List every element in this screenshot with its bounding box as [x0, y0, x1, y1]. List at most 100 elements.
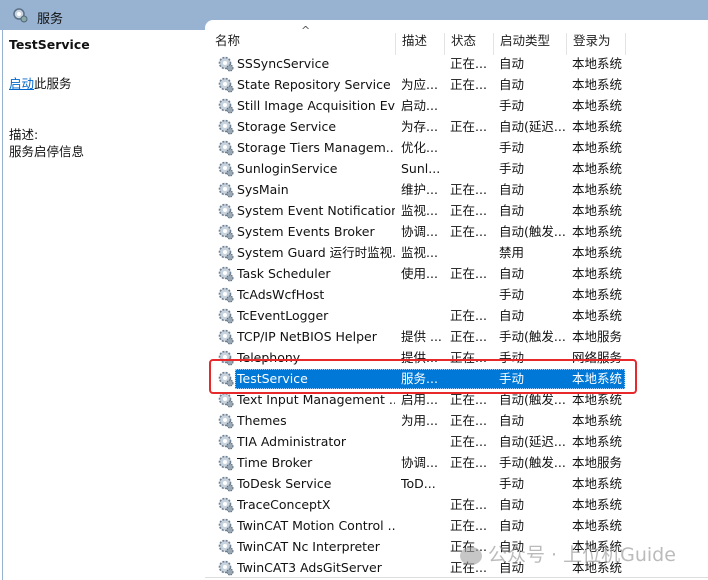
- service-row[interactable]: System Event Notification... 监视... 正在... 自动…: [205, 200, 708, 221]
- service-row[interactable]: System Events Broker 协调... 正在... 自动(触发... 本地…: [205, 221, 708, 242]
- column-header-log-on-as[interactable]: 登录为: [566, 33, 626, 55]
- cell-name: TwinCAT3 AdsGitServer: [237, 560, 382, 575]
- service-gear-icon: [218, 560, 234, 576]
- service-gear-icon: [218, 392, 234, 408]
- service-row[interactable]: Themes 为用... 正在... 自动 本地系统: [205, 410, 708, 431]
- service-row[interactable]: TwinCAT Motion Control ... 正在... 自动 本地系统: [205, 515, 708, 536]
- cell-logon: 本地服务: [572, 455, 623, 470]
- service-gear-icon: [218, 182, 234, 198]
- cell-logon: 本地系统: [572, 476, 623, 491]
- service-row[interactable]: TCP/IP NetBIOS Helper 提供 ... 正在... 手动(触发...…: [205, 326, 708, 347]
- watermark-text: 公众号 · 上位机Guide: [488, 544, 676, 566]
- cell-name: TCP/IP NetBIOS Helper: [237, 329, 377, 344]
- service-row[interactable]: SSSyncService 正在... 自动 本地系统: [205, 53, 708, 74]
- service-row[interactable]: Still Image Acquisition Ev... 启动... 手动 本地系统: [205, 95, 708, 116]
- cell-startup: 手动: [499, 140, 525, 155]
- cell-name: TraceConceptX: [237, 497, 331, 512]
- service-gear-icon: [218, 434, 234, 450]
- cell-logon: 本地系统: [572, 497, 623, 512]
- service-gear-icon: [218, 476, 234, 492]
- cell-name: TwinCAT Motion Control ...: [237, 518, 395, 533]
- cell-name: Still Image Acquisition Ev...: [237, 98, 395, 113]
- services-gear-icon: [13, 8, 28, 23]
- wechat-icon: [460, 546, 482, 565]
- cell-desc: 为应...: [401, 77, 438, 92]
- service-row[interactable]: Task Scheduler 使用... 正在... 自动 本地系统: [205, 263, 708, 284]
- services-list: ^ 名称 描述 状态 启动类型 登录为 SSSyncService 正在... 自动…: [205, 20, 708, 580]
- description-text: 服务启停信息: [9, 144, 85, 159]
- cell-logon: 本地系统: [572, 182, 623, 197]
- service-row[interactable]: SunloginService Sunl... 手动 本地系统: [205, 158, 708, 179]
- cell-logon: 本地系统: [572, 56, 623, 71]
- cell-name: Storage Service: [237, 119, 337, 134]
- service-gear-icon: [218, 518, 234, 534]
- cell-name: Task Scheduler: [237, 266, 331, 281]
- cell-status: 正在...: [450, 518, 487, 533]
- cell-name: System Guard 运行时监视...: [237, 245, 395, 260]
- cell-desc: 启动...: [401, 98, 438, 113]
- service-gear-icon: [218, 266, 234, 282]
- start-service-link[interactable]: 启动: [9, 76, 34, 91]
- list-bottom-border: [205, 577, 708, 578]
- service-row[interactable]: State Repository Service 为应... 正在... 自动 本地系统: [205, 74, 708, 95]
- column-header-name[interactable]: 名称: [209, 33, 395, 55]
- cell-startup: 手动: [499, 476, 525, 491]
- cell-desc: 监视...: [401, 245, 438, 260]
- cell-startup: 自动(触发...: [499, 224, 566, 239]
- cell-status: 正在...: [450, 77, 487, 92]
- cell-logon: 本地系统: [572, 77, 623, 92]
- column-header-startup-type[interactable]: 启动类型: [493, 33, 566, 55]
- cell-logon: 本地系统: [572, 266, 623, 281]
- service-gear-icon: [218, 497, 234, 513]
- service-gear-icon: [218, 308, 234, 324]
- cell-desc: 使用...: [401, 266, 438, 281]
- cell-status: 正在...: [450, 455, 487, 470]
- cell-desc: 提供 ...: [401, 329, 442, 344]
- service-row[interactable]: System Guard 运行时监视... 监视... 禁用 本地系统: [205, 242, 708, 263]
- cell-status: 正在...: [450, 266, 487, 281]
- start-service-suffix: 此服务: [34, 76, 72, 91]
- service-row[interactable]: Time Broker 协调... 正在... 手动(触发... 本地服务: [205, 452, 708, 473]
- service-row[interactable]: SysMain 维护... 正在... 自动 本地系统: [205, 179, 708, 200]
- cell-name: Storage Tiers Managem...: [237, 140, 395, 155]
- cell-name: State Repository Service: [237, 77, 391, 92]
- highlight-box: [209, 359, 637, 394]
- service-gear-icon: [218, 203, 234, 219]
- cell-logon: 本地系统: [572, 308, 623, 323]
- service-row[interactable]: TIA Administrator 正在... 自动(延迟... 本地系统: [205, 431, 708, 452]
- cell-desc: 为用...: [401, 413, 438, 428]
- cell-startup: 自动: [499, 308, 525, 323]
- cell-desc: 监视...: [401, 203, 438, 218]
- service-gear-icon: [218, 224, 234, 240]
- service-row[interactable]: ToDesk Service ToD... 手动 本地系统: [205, 473, 708, 494]
- service-gear-icon: [218, 161, 234, 177]
- cell-status: 正在...: [450, 434, 487, 449]
- cell-startup: 手动: [499, 98, 525, 113]
- service-row[interactable]: TcEventLogger 正在... 自动 本地系统: [205, 305, 708, 326]
- service-gear-icon: [218, 329, 234, 345]
- cell-name: TcEventLogger: [237, 308, 329, 323]
- cell-name: SunloginService: [237, 161, 338, 176]
- service-row[interactable]: Storage Service 为存... 正在... 自动(延迟... 本地系统: [205, 116, 708, 137]
- cell-status: 正在...: [450, 182, 487, 197]
- cell-name: ToDesk Service: [237, 476, 332, 491]
- cell-startup: 自动(延迟...: [499, 434, 566, 449]
- cell-startup: 手动: [499, 161, 525, 176]
- service-gear-icon: [218, 287, 234, 303]
- cell-status: 正在...: [450, 308, 487, 323]
- column-header-status[interactable]: 状态: [444, 33, 493, 55]
- service-row[interactable]: Storage Tiers Managem... 优化... 手动 本地系统: [205, 137, 708, 158]
- cell-name: Time Broker: [237, 455, 313, 470]
- cell-name: TwinCAT Nc Interpreter: [237, 539, 380, 554]
- cell-startup: 自动: [499, 203, 525, 218]
- cell-status: 正在...: [450, 119, 487, 134]
- service-row[interactable]: TraceConceptX 正在... 自动 本地系统: [205, 494, 708, 515]
- cell-logon: 本地系统: [572, 287, 623, 302]
- service-row[interactable]: TcAdsWcfHost 手动 本地系统: [205, 284, 708, 305]
- cell-desc: ToD...: [401, 476, 436, 491]
- cell-status: 正在...: [450, 497, 487, 512]
- cell-startup: 手动(触发...: [499, 455, 566, 470]
- cell-startup: 自动: [499, 182, 525, 197]
- column-header-description[interactable]: 描述: [395, 33, 444, 55]
- cell-status: 正在...: [450, 224, 487, 239]
